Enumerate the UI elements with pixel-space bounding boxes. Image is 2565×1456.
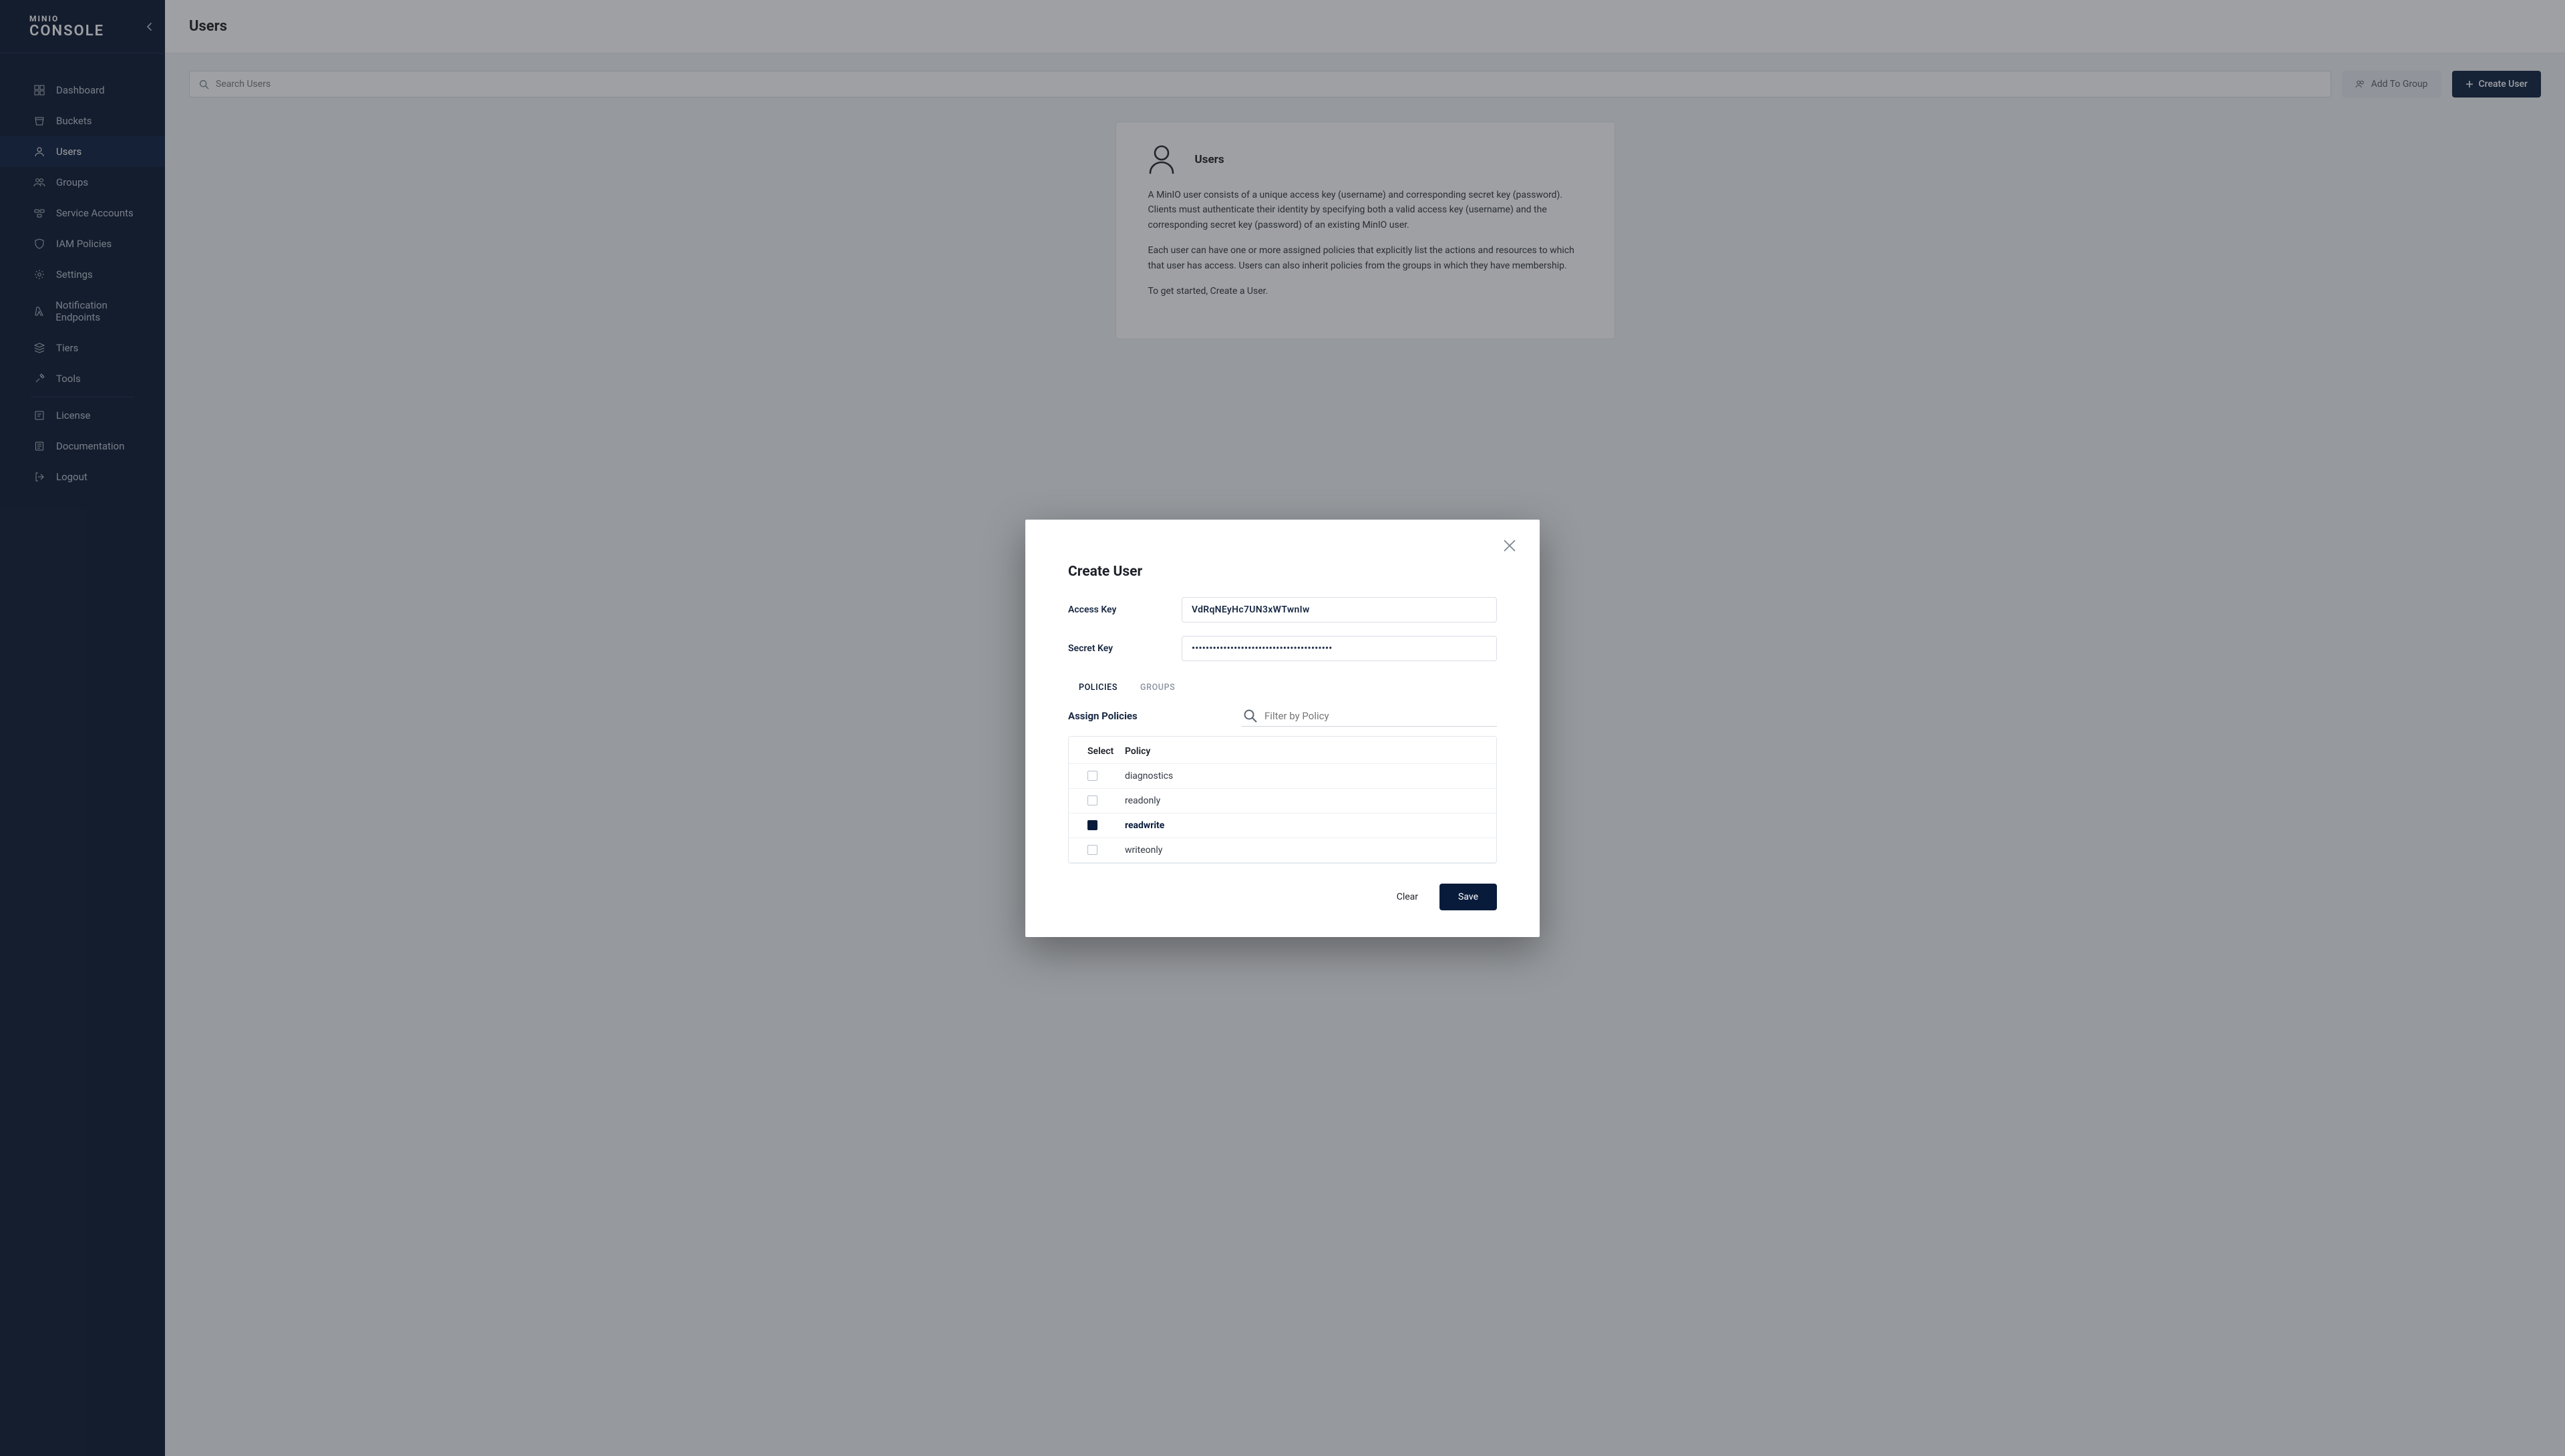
tab-policies[interactable]: POLICIES bbox=[1079, 683, 1118, 693]
checkbox[interactable] bbox=[1087, 795, 1097, 805]
access-key-row: Access Key bbox=[1068, 597, 1497, 622]
checkbox[interactable] bbox=[1087, 771, 1097, 781]
policy-row-readonly[interactable]: readonly bbox=[1069, 789, 1496, 813]
dialog-actions: Clear Save bbox=[1068, 884, 1497, 910]
secret-key-row: Secret Key bbox=[1068, 636, 1497, 661]
close-icon bbox=[1502, 538, 1517, 553]
col-header-policy: Policy bbox=[1125, 746, 1150, 757]
clear-button[interactable]: Clear bbox=[1389, 885, 1426, 909]
create-user-dialog: Create User Access Key Secret Key POLICI… bbox=[1025, 520, 1540, 937]
modal-scrim[interactable]: Create User Access Key Secret Key POLICI… bbox=[0, 0, 2565, 1456]
dialog-title: Create User bbox=[1068, 564, 1497, 580]
policy-table: Select Policy diagnostics readonly readw… bbox=[1068, 736, 1497, 864]
policy-table-header: Select Policy bbox=[1069, 737, 1496, 764]
policy-row-writeonly[interactable]: writeonly bbox=[1069, 838, 1496, 863]
dialog-close-button[interactable] bbox=[1500, 536, 1520, 556]
policy-name: readonly bbox=[1125, 795, 1160, 806]
dialog-tabs: POLICIES GROUPS bbox=[1068, 675, 1497, 701]
assign-policies-label: Assign Policies bbox=[1068, 710, 1242, 722]
access-key-input[interactable] bbox=[1182, 597, 1497, 622]
save-button[interactable]: Save bbox=[1439, 884, 1497, 910]
policy-name: writeonly bbox=[1125, 845, 1162, 856]
secret-key-label: Secret Key bbox=[1068, 643, 1182, 654]
policy-row-readwrite[interactable]: readwrite bbox=[1069, 813, 1496, 838]
tab-groups[interactable]: GROUPS bbox=[1140, 683, 1175, 693]
col-header-select: Select bbox=[1087, 746, 1125, 757]
search-icon bbox=[1243, 709, 1258, 723]
access-key-label: Access Key bbox=[1068, 604, 1182, 615]
secret-key-input[interactable] bbox=[1182, 636, 1497, 661]
checkbox[interactable] bbox=[1087, 820, 1097, 830]
policy-row-diagnostics[interactable]: diagnostics bbox=[1069, 764, 1496, 789]
checkbox[interactable] bbox=[1087, 845, 1097, 855]
policy-name: readwrite bbox=[1125, 820, 1164, 831]
assign-policies-row: Assign Policies bbox=[1068, 706, 1497, 727]
policy-filter-input[interactable] bbox=[1264, 710, 1496, 722]
policy-filter[interactable] bbox=[1242, 706, 1497, 727]
policy-name: diagnostics bbox=[1125, 771, 1173, 781]
